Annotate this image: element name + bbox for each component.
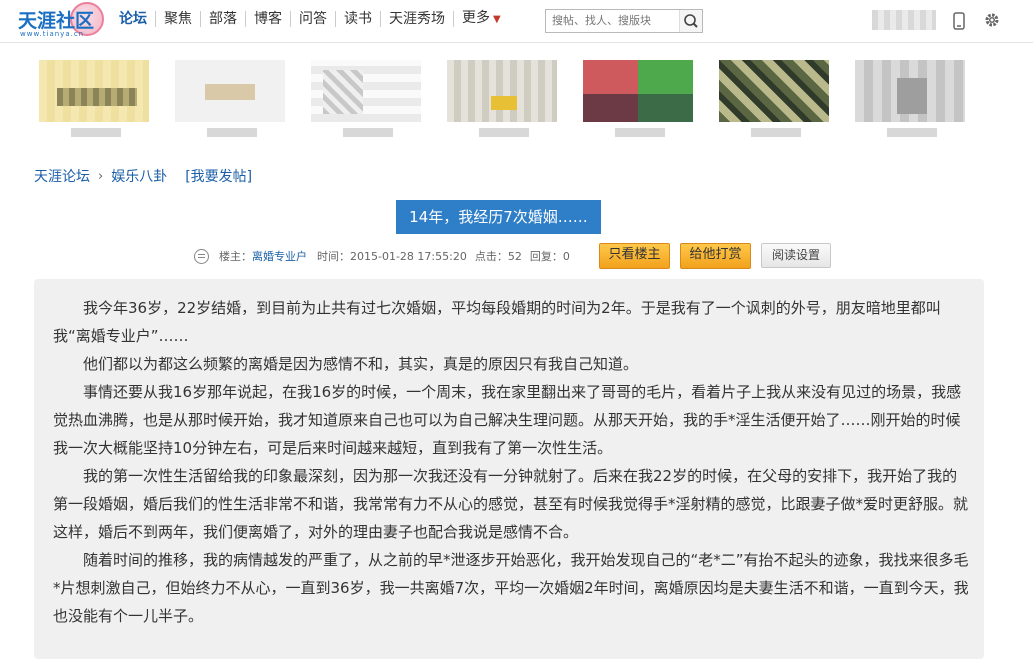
nav-item-qa[interactable]: 问答 xyxy=(291,11,336,27)
phone-icon[interactable] xyxy=(953,12,965,30)
read-settings-button[interactable]: 阅读设置 xyxy=(761,243,831,268)
only-host-button[interactable]: 只看楼主 xyxy=(599,243,670,269)
clicks-label: 点击： xyxy=(474,250,508,263)
author-link[interactable]: 离婚专业户 xyxy=(252,248,307,264)
time-label: 时间： xyxy=(317,250,350,263)
post-paragraph: 事情还要从我16岁那年说起，在我16岁的时候，一个周末，我在家里翻出来了哥哥的毛… xyxy=(53,378,969,462)
breadcrumb-root[interactable]: 天涯论坛 xyxy=(34,166,90,186)
paragraph-text: 我的第一次性生活留给我的印象最深刻，因为那一次我还没有一分钟就射了。后来在我22… xyxy=(53,467,969,541)
nav-item-reading[interactable]: 读书 xyxy=(336,11,381,27)
nav-item-show[interactable]: 天涯秀场 xyxy=(381,11,454,27)
nav-item-more[interactable]: 更多 ▼ xyxy=(454,10,509,28)
recommended-thumbnails xyxy=(33,56,967,144)
thumbnail-caption xyxy=(479,128,529,137)
gear-icon[interactable] xyxy=(983,11,1001,29)
user-avatar-name[interactable] xyxy=(872,10,936,30)
post-title: 14年，我经历7次婚姻…… xyxy=(396,200,601,234)
nav-item-focus[interactable]: 聚焦 xyxy=(156,11,201,27)
paragraph-text: 他们都以为都这么频繁的离婚是因为感情不和，其实，真是的原因只有我自己知道。 xyxy=(83,355,639,373)
breadcrumb: 天涯论坛 › 娱乐八卦 [我要发帖] xyxy=(34,166,252,186)
main-nav: 论坛 聚焦 部落 博客 问答 读书 天涯秀场 更多 ▼ xyxy=(116,10,509,28)
chevron-right-icon: › xyxy=(98,168,104,184)
thumbnail-caption xyxy=(343,128,393,137)
post-paragraph: 我今年36岁，22岁结婚，到目前为止共有过七次婚姻，平均每段婚期的时间为2年。于… xyxy=(53,294,969,350)
nav-item-blog[interactable]: 博客 xyxy=(246,11,291,27)
thumbnail-item[interactable] xyxy=(305,56,427,144)
thumbnail-item[interactable] xyxy=(441,56,563,144)
post-content: 我今年36岁，22岁结婚，到目前为止共有过七次婚姻，平均每段婚期的时间为2年。于… xyxy=(34,279,984,659)
search-button[interactable] xyxy=(679,10,702,32)
logo-url: www.tianya.cn xyxy=(20,30,85,38)
thumbnail-caption xyxy=(71,128,121,137)
smiley-icon xyxy=(194,248,209,264)
replies-label: 回复： xyxy=(529,250,563,263)
paragraph-text: 随着时间的推移，我的病情越发的严重了，从之前的早*泄逐步开始恶化，我开始发现自己… xyxy=(53,551,969,625)
post-paragraph: 我的第一次性生活留给我的印象最深刻，因为那一次我还没有一分钟就射了。后来在我22… xyxy=(53,462,969,546)
thumbnail-caption xyxy=(207,128,257,137)
author-label: 楼主： xyxy=(219,250,252,263)
logo-text: 天涯社区 xyxy=(18,10,95,32)
thumbnail-image xyxy=(719,60,829,122)
thumbnail-image xyxy=(447,60,557,122)
thumbnail-image xyxy=(175,60,285,122)
search-box xyxy=(545,9,703,33)
nav-item-forum[interactable]: 论坛 xyxy=(116,11,156,27)
thumbnail-image xyxy=(311,60,421,122)
tianya-logo[interactable]: 天涯社区 www.tianya.cn xyxy=(18,2,110,40)
top-navigation-bar: 天涯社区 www.tianya.cn 论坛 聚焦 部落 博客 问答 读书 天涯秀… xyxy=(0,0,1033,43)
post-paragraph: 他们都以为都这么频繁的离婚是因为感情不和，其实，真是的原因只有我自己知道。 xyxy=(53,350,969,378)
thumbnail-item[interactable] xyxy=(169,56,291,144)
thumbnail-caption xyxy=(615,128,665,137)
clicks-count: 52 xyxy=(507,249,522,263)
thumbnail-item[interactable] xyxy=(577,56,699,144)
thumbnail-item[interactable] xyxy=(849,56,967,144)
thumbnail-caption xyxy=(887,128,937,137)
thumbnail-item[interactable] xyxy=(713,56,835,144)
thumbnail-item[interactable] xyxy=(33,56,155,144)
nav-more-label: 更多 xyxy=(462,10,490,26)
nav-item-tribe[interactable]: 部落 xyxy=(201,11,246,27)
chevron-down-icon: ▼ xyxy=(493,14,501,25)
replies-count: 0 xyxy=(562,249,570,263)
thumbnail-image xyxy=(39,60,149,122)
paragraph-text: 我今年36岁，22岁结婚，到目前为止共有过七次婚姻，平均每段婚期的时间为2年。于… xyxy=(53,299,941,345)
breadcrumb-board[interactable]: 娱乐八卦 xyxy=(111,166,167,186)
thumbnail-caption xyxy=(751,128,801,137)
paragraph-text: 事情还要从我16岁那年说起，在我16岁的时候，一个周末，我在家里翻出来了哥哥的毛… xyxy=(53,383,962,457)
post-meta: 楼主： 离婚专业户 时间： 2015-01-28 17:55:20 点击： 52… xyxy=(194,248,570,264)
post-paragraph: 随着时间的推移，我的病情越发的严重了，从之前的早*泄逐步开始恶化，我开始发现自己… xyxy=(53,546,969,630)
new-post-link[interactable]: [我要发帖] xyxy=(185,166,252,186)
thumbnail-image xyxy=(583,60,693,122)
tip-button[interactable]: 给他打赏 xyxy=(680,243,751,269)
search-input[interactable] xyxy=(546,10,678,30)
search-icon xyxy=(684,14,698,28)
thumbnail-image xyxy=(855,60,965,122)
post-time: 2015-01-28 17:55:20 xyxy=(350,249,467,263)
